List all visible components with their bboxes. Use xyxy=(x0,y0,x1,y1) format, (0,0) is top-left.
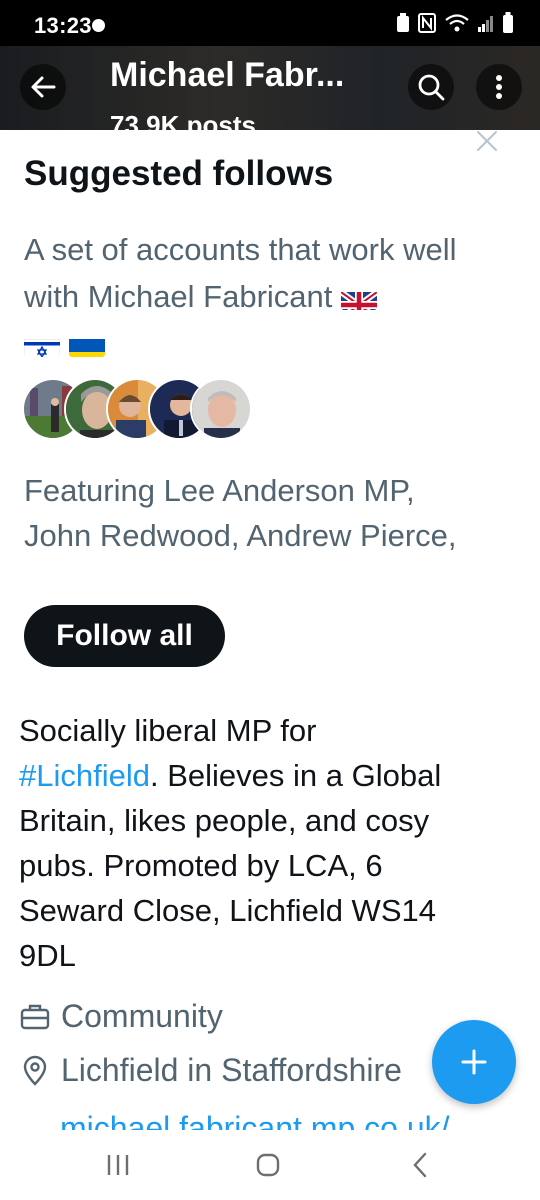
arrow-left-icon xyxy=(31,76,56,98)
notification-dot-icon xyxy=(92,19,105,32)
battery-icon xyxy=(503,12,513,33)
bio-line: Socially liberal MP for xyxy=(19,713,317,748)
header-title: Michael Fabr... xyxy=(110,56,345,94)
bio-line: Britain, likes people, and cosy xyxy=(19,803,430,838)
system-back-button[interactable] xyxy=(400,1148,440,1182)
more-options-button[interactable] xyxy=(476,64,522,110)
recents-button[interactable] xyxy=(98,1148,138,1182)
signal-icon xyxy=(478,16,493,32)
category-label: Community xyxy=(61,998,223,1034)
featuring-line: Featuring Lee Anderson MP, xyxy=(24,473,415,508)
chevron-left-icon xyxy=(413,1152,427,1178)
header-post-count: 73.9K posts xyxy=(110,110,256,130)
avatar xyxy=(190,378,252,440)
system-nav-bar xyxy=(0,1130,540,1200)
israel-flag-icon xyxy=(24,331,60,357)
profile-location: Lichfield in Staffordshire xyxy=(19,1052,402,1089)
location-pin-icon xyxy=(23,1055,47,1086)
follow-all-button[interactable]: Follow all xyxy=(24,605,225,667)
bio-text: . Believes in a Global xyxy=(149,758,442,793)
plus-icon xyxy=(461,1049,487,1075)
suggested-follows-title: Suggested follows xyxy=(24,154,334,193)
description-text: A set of accounts that work well with Mi… xyxy=(24,232,457,314)
bio-line: 9DL xyxy=(19,938,76,973)
briefcase-icon xyxy=(20,1004,50,1029)
suggested-follows-description: A set of accounts that work well with Mi… xyxy=(24,226,510,367)
close-icon xyxy=(477,131,497,151)
bio-line: #Lichfield. Believes in a Global xyxy=(19,753,519,798)
compose-button[interactable] xyxy=(432,1020,516,1104)
nfc-icon xyxy=(418,13,436,33)
status-time: 13:23 xyxy=(34,13,92,38)
search-icon xyxy=(418,74,445,101)
search-button[interactable] xyxy=(408,64,454,110)
featuring-text: Featuring Lee Anderson MP, John Redwood,… xyxy=(24,468,520,558)
wifi-icon xyxy=(445,14,469,32)
location-label: Lichfield in Staffordshire xyxy=(61,1052,402,1088)
hashtag-link[interactable]: #Lichfield xyxy=(19,758,150,793)
back-button[interactable] xyxy=(20,64,66,110)
ukraine-flag-icon xyxy=(68,331,105,357)
profile-category: Community xyxy=(19,998,223,1035)
profile-header: Michael Fabr... 73.9K posts xyxy=(0,46,540,130)
bio-line: pubs. Promoted by LCA, 6 xyxy=(19,848,383,883)
bio-line: Seward Close, Lichfield WS14 xyxy=(19,893,436,928)
close-button[interactable] xyxy=(470,124,504,158)
profile-bio: Socially liberal MP for #Lichfield. Beli… xyxy=(19,708,519,978)
status-icons xyxy=(396,12,514,34)
battery-saver-icon xyxy=(397,13,409,32)
status-bar: 13:23 xyxy=(0,0,540,46)
home-icon xyxy=(256,1153,280,1177)
uk-flag-icon xyxy=(341,284,378,310)
recents-icon xyxy=(107,1155,129,1175)
home-button[interactable] xyxy=(248,1148,288,1182)
more-vertical-icon xyxy=(496,75,502,99)
suggested-follows-panel: Suggested follows A set of accounts that… xyxy=(0,130,540,690)
featuring-line: John Redwood, Andrew Pierce, xyxy=(24,518,457,553)
suggested-avatars[interactable] xyxy=(22,378,252,440)
profile-website-link[interactable]: michael.fabricant.mp.co.uk/ xyxy=(60,1110,450,1132)
